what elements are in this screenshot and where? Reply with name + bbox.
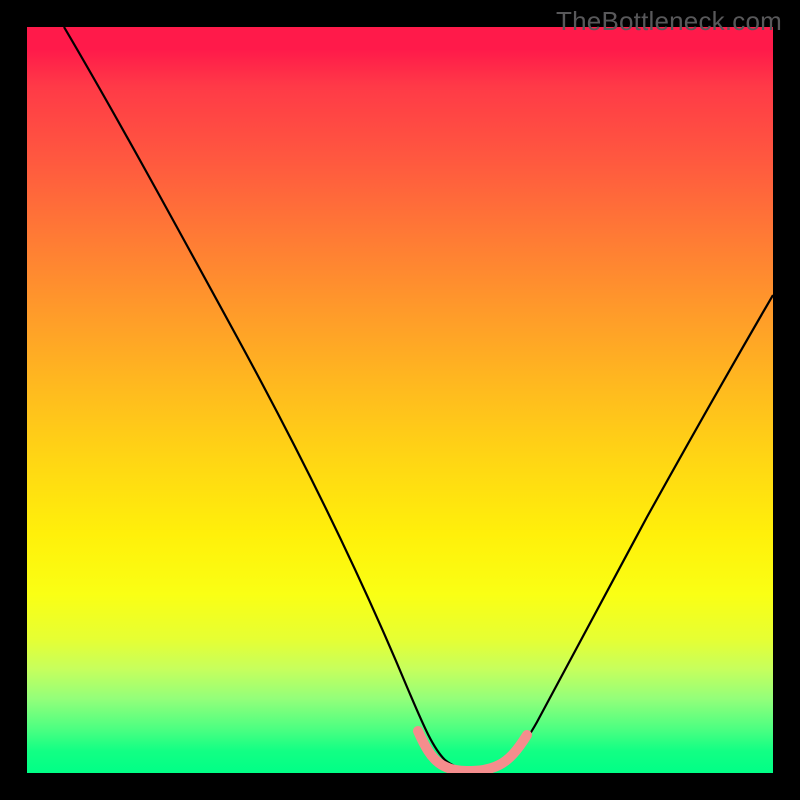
optimal-zone-highlight: [418, 731, 527, 771]
watermark-text: TheBottleneck.com: [556, 6, 782, 37]
plot-area: [27, 27, 773, 773]
bottleneck-curve: [64, 27, 773, 768]
chart-svg: [27, 27, 773, 773]
chart-container: TheBottleneck.com: [0, 0, 800, 800]
